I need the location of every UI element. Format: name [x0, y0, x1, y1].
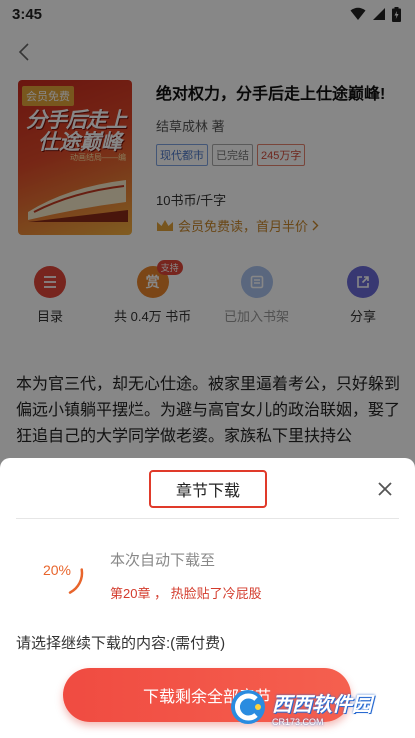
continue-download-label: 请选择继续下载的内容:(需付费): [16, 635, 226, 652]
watermark-domain: CR173.COM: [272, 716, 324, 727]
sheet-title: 章节下载: [149, 470, 267, 508]
watermark-text: 西西软件园: [272, 693, 372, 716]
watermark-logo-icon: [231, 690, 265, 724]
site-watermark: 西西软件园 CR173.COM: [228, 684, 410, 730]
target-chapter: 第20章 ， 热脸贴了冷屁股: [110, 586, 262, 601]
progress-percent: 20%: [42, 562, 72, 578]
sheet-divider: [16, 518, 399, 519]
close-icon[interactable]: [376, 480, 394, 498]
auto-download-label: 本次自动下载至: [110, 552, 216, 569]
